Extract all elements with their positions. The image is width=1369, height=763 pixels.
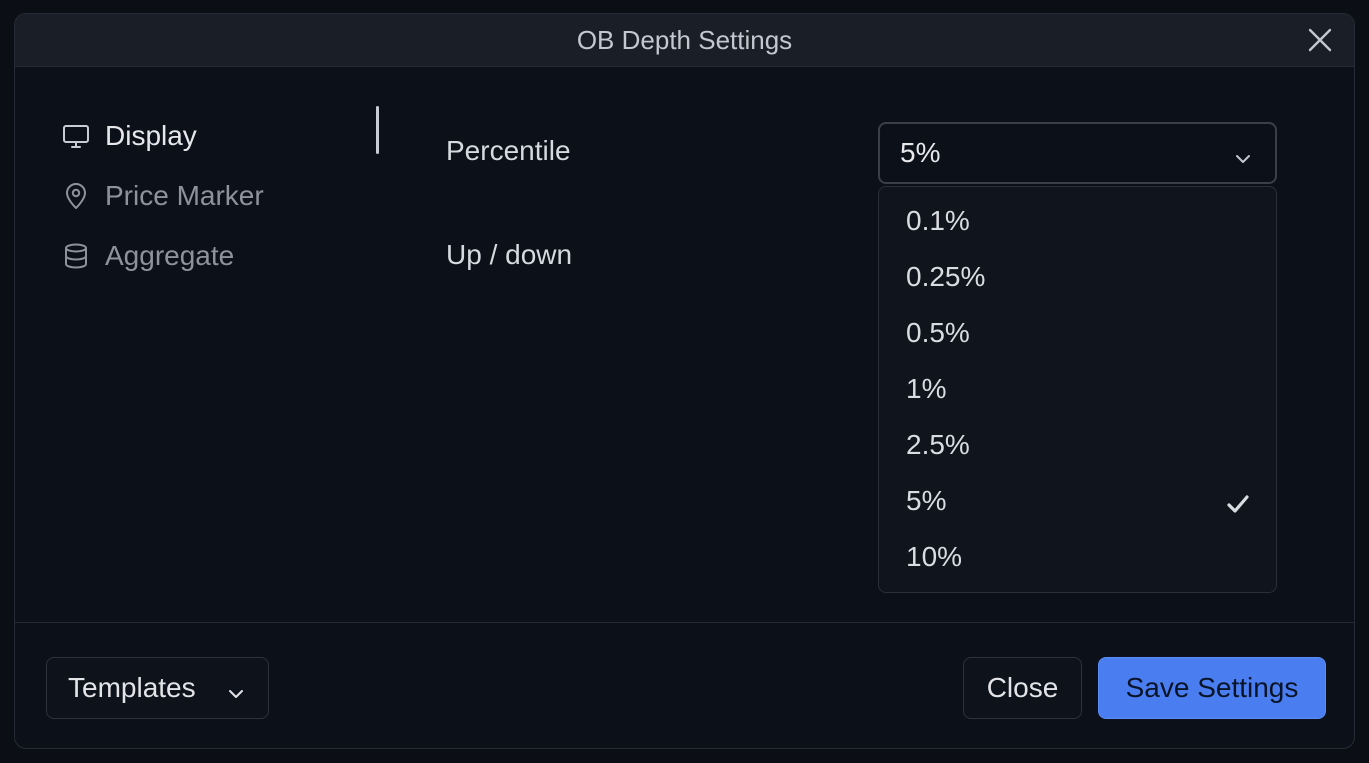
close-button[interactable]: Close xyxy=(963,657,1082,719)
nav-item-price-marker[interactable]: Price Marker xyxy=(61,166,381,226)
templates-button-label: Templates xyxy=(68,672,196,703)
database-icon xyxy=(61,241,91,271)
settings-dialog: OB Depth Settings Display Price Marker A… xyxy=(14,13,1355,749)
option-0-25[interactable]: 0.25% xyxy=(879,249,1276,305)
option-0-5[interactable]: 0.5% xyxy=(879,305,1276,361)
option-label: 1% xyxy=(906,373,947,404)
nav-item-label: Price Marker xyxy=(105,180,264,211)
updown-label: Up / down xyxy=(446,239,573,270)
nav-item-label: Aggregate xyxy=(105,240,235,271)
chevron-down-icon xyxy=(1233,144,1253,164)
nav-item-display[interactable]: Display xyxy=(61,106,381,166)
nav-item-label: Display xyxy=(105,120,197,151)
settings-nav: Display Price Marker Aggregate xyxy=(61,106,381,286)
option-label: 0.25% xyxy=(906,261,986,292)
check-icon xyxy=(1226,490,1250,513)
percentile-select-value: 5% xyxy=(900,137,941,168)
close-icon[interactable] xyxy=(1306,26,1334,54)
option-label: 0.1% xyxy=(906,205,970,236)
option-5-selected[interactable]: 5% xyxy=(879,473,1276,529)
percentile-select[interactable]: 5% xyxy=(878,122,1277,184)
map-pin-icon xyxy=(61,181,91,211)
dialog-titlebar: OB Depth Settings xyxy=(15,14,1354,67)
option-label: 10% xyxy=(906,541,963,572)
monitor-icon xyxy=(61,121,91,151)
dialog-title: OB Depth Settings xyxy=(576,25,793,55)
percentile-dropdown: 0.1% 0.25% 0.5% 1% 2.5% 5% 10% xyxy=(878,186,1277,593)
option-label: 5% xyxy=(906,485,947,516)
option-1[interactable]: 1% xyxy=(879,361,1276,417)
templates-button[interactable]: Templates xyxy=(46,657,269,719)
option-0-1[interactable]: 0.1% xyxy=(879,193,1276,249)
option-label: 0.5% xyxy=(906,317,970,348)
save-settings-button[interactable]: Save Settings xyxy=(1098,657,1326,719)
nav-active-indicator xyxy=(376,106,379,154)
dialog-footer: Templates Close Save Settings xyxy=(15,622,1354,748)
percentile-label: Percentile xyxy=(446,135,571,166)
nav-item-aggregate[interactable]: Aggregate xyxy=(61,226,381,286)
option-label: 2.5% xyxy=(906,429,970,460)
option-2-5[interactable]: 2.5% xyxy=(879,417,1276,473)
option-10[interactable]: 10% xyxy=(879,529,1276,585)
chevron-down-icon xyxy=(226,679,246,699)
